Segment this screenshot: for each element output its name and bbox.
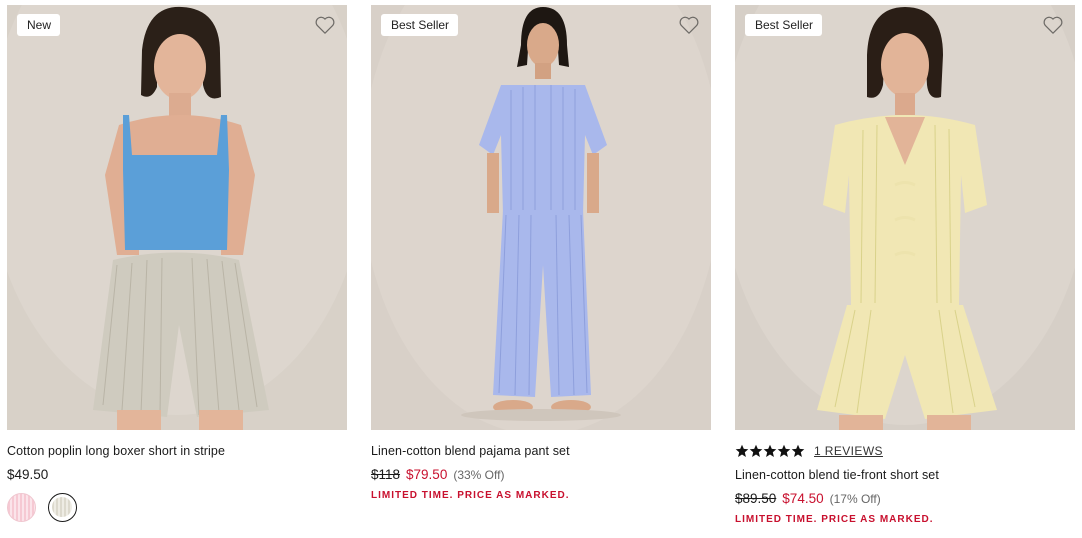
star-icon	[763, 444, 777, 458]
product-image[interactable]: Best Seller	[735, 5, 1075, 430]
heart-outline-icon[interactable]	[1042, 15, 1064, 35]
star-icon	[749, 444, 763, 458]
product-card: New Cotton poplin long boxer short in st…	[7, 5, 347, 522]
promo-message: LIMITED TIME. PRICE AS MARKED.	[735, 514, 934, 525]
price: $49.50	[7, 467, 49, 482]
badge-best-seller: Best Seller	[381, 14, 459, 36]
star-icon	[791, 444, 805, 458]
product-image[interactable]: New	[7, 5, 347, 430]
product-grid: New Cotton poplin long boxer short in st…	[0, 0, 1082, 538]
product-rating: 1 REVIEWS	[735, 443, 1075, 459]
original-price: $118	[371, 467, 401, 482]
price-row: $49.50	[7, 467, 347, 483]
product-image[interactable]: Best Seller	[371, 5, 711, 430]
reviews-link[interactable]: 1 REVIEWS	[814, 444, 883, 458]
price-row: $118 $79.50 (33% Off)	[371, 467, 711, 483]
swatch-pink-stripe[interactable]	[7, 493, 36, 522]
original-price: $89.50	[735, 491, 777, 506]
badge-best-seller: Best Seller	[745, 14, 823, 36]
star-rating	[735, 444, 805, 458]
swatch-ivory-stripe[interactable]	[48, 493, 77, 522]
sale-price: $79.50	[406, 467, 448, 482]
product-name[interactable]: Linen-cotton blend tie-front short set	[735, 467, 1075, 483]
product-info: Cotton poplin long boxer short in stripe…	[7, 430, 347, 522]
discount-percent: (33% Off)	[453, 468, 505, 482]
star-icon	[777, 444, 791, 458]
product-card: Best Seller 1 REVIEWS Linen-cotton blend…	[735, 5, 1075, 525]
product-info: 1 REVIEWS Linen-cotton blend tie-front s…	[735, 430, 1075, 525]
model-photo	[7, 5, 347, 430]
product-card: Best Seller Linen-cotton blend pajama pa…	[371, 5, 711, 501]
sale-price: $74.50	[782, 491, 824, 506]
heart-outline-icon[interactable]	[678, 15, 700, 35]
product-name[interactable]: Cotton poplin long boxer short in stripe	[7, 443, 347, 459]
star-icon	[735, 444, 749, 458]
heart-outline-icon[interactable]	[314, 15, 336, 35]
color-swatches	[7, 493, 347, 522]
price-row: $89.50 $74.50 (17% Off)	[735, 491, 1075, 507]
model-photo	[371, 5, 711, 430]
product-name[interactable]: Linen-cotton blend pajama pant set	[371, 443, 711, 459]
discount-percent: (17% Off)	[829, 492, 881, 506]
promo-message: LIMITED TIME. PRICE AS MARKED.	[371, 490, 570, 501]
product-info: Linen-cotton blend pajama pant set $118 …	[371, 430, 711, 501]
badge-new: New	[17, 14, 61, 36]
model-photo	[735, 5, 1075, 430]
